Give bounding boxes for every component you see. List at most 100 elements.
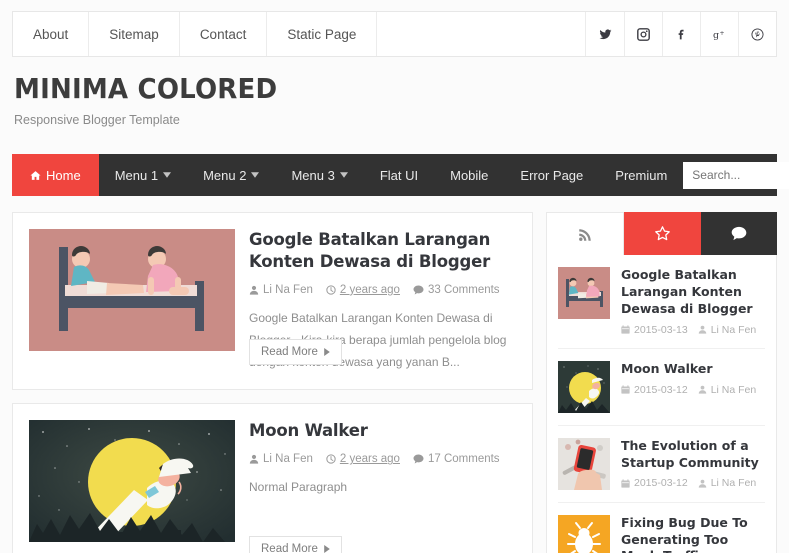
nav-item-flat-ui[interactable]: Flat UI — [364, 154, 434, 196]
nav-item-menu-1[interactable]: Menu 1 — [99, 154, 187, 196]
list-item-title[interactable]: Moon Walker — [621, 361, 756, 378]
calendar-icon — [621, 479, 630, 488]
read-more-button[interactable]: Read More — [249, 536, 342, 553]
instagram-icon — [637, 27, 650, 41]
post-author-label: Li Na Fen — [263, 453, 313, 466]
post-meta: Li Na Fen 2 years ago 33 Comments — [249, 284, 516, 296]
post-body: Moon Walker Li Na Fen 2 years ago 17 Com… — [249, 420, 516, 553]
top-navigation: About Sitemap Contact Static Page — [13, 12, 378, 56]
user-icon — [698, 325, 706, 334]
read-more-label: Read More — [261, 543, 318, 553]
search-box — [683, 161, 789, 189]
list-item-body: Moon Walker 2015-03-12 Li Na Fen — [621, 361, 756, 413]
post-comments-label: 33 Comments — [427, 283, 500, 296]
list-item-meta: 2015-03-13 Li Na Fen — [621, 324, 765, 336]
calendar-icon — [621, 385, 630, 394]
list-item-author: Li Na Fen — [698, 323, 757, 336]
post-title[interactable]: Moon Walker — [249, 420, 516, 442]
list-item[interactable]: Google Batalkan Larangan Konten Dewasa d… — [558, 255, 765, 348]
clock-icon — [326, 285, 336, 295]
nav-item-error-page[interactable]: Error Page — [504, 154, 599, 196]
list-item-meta: 2015-03-12 Li Na Fen — [621, 477, 765, 489]
nav-item-premium[interactable]: Premium — [599, 154, 683, 196]
svg-text:g: g — [713, 30, 719, 41]
tab-recent-comments[interactable] — [700, 212, 777, 255]
post-title[interactable]: Google Batalkan Larangan Konten Dewasa d… — [249, 229, 516, 273]
instagram-link[interactable] — [624, 12, 662, 56]
nav-item-menu-3-label: Menu 3 — [291, 167, 335, 183]
nav-item-menu-3[interactable]: Menu 3 — [275, 154, 363, 196]
post-date[interactable]: 2 years ago — [326, 284, 400, 296]
google-plus-icon: g + — [713, 30, 725, 41]
list-item-date: 2015-03-13 — [621, 324, 688, 336]
clock-icon — [326, 454, 336, 464]
topnav-contact[interactable]: Contact — [180, 12, 268, 56]
site-title: MINIMA COLORED — [14, 72, 278, 105]
pinterest-link[interactable] — [738, 12, 776, 56]
moonwalker-night-sky-illustration — [29, 420, 235, 543]
user-icon — [249, 455, 259, 464]
list-item-title[interactable]: The Evolution of a Startup Community — [621, 438, 765, 472]
list-item[interactable]: Moon Walker 2015-03-12 Li Na Fen — [558, 347, 765, 425]
user-icon — [698, 479, 706, 488]
google-plus-link[interactable]: g + — [700, 12, 738, 56]
comment-icon — [413, 454, 424, 464]
list-item-body: Fixing Bug Due To Generating Too Much Tr… — [621, 515, 765, 553]
read-more-label: Read More — [261, 346, 318, 358]
post-date[interactable]: 2 years ago — [326, 453, 400, 465]
list-item-author-label: Li Na Fen — [710, 323, 757, 336]
nav-item-home-label: Home — [46, 167, 81, 183]
read-more-button[interactable]: Read More — [249, 339, 342, 365]
list-item-title[interactable]: Fixing Bug Due To Generating Too Much Tr… — [621, 515, 765, 553]
tab-recent-posts[interactable] — [546, 212, 625, 255]
list-item-date-label: 2015-03-13 — [634, 323, 688, 336]
post-meta: Li Na Fen 2 years ago 17 Comments — [249, 453, 516, 465]
sidebar-tabs — [546, 212, 777, 255]
nav-item-menu-2-label: Menu 2 — [203, 167, 247, 183]
popular-posts-widget: Google Batalkan Larangan Konten Dewasa d… — [546, 255, 777, 553]
post-thumbnail[interactable] — [29, 229, 235, 351]
chevron-down-icon — [251, 172, 260, 178]
post-comments[interactable]: 17 Comments — [413, 453, 500, 465]
list-item-date-label: 2015-03-12 — [634, 383, 688, 396]
post-author: Li Na Fen — [249, 453, 313, 465]
list-item-thumbnail — [558, 514, 610, 553]
main-navigation: Home Menu 1 Menu 2 Menu 3 Flat UI Mobile… — [12, 154, 789, 196]
sidebar: Google Batalkan Larangan Konten Dewasa d… — [546, 212, 777, 553]
search-input[interactable] — [683, 161, 789, 189]
post-list: Google Batalkan Larangan Konten Dewasa d… — [12, 212, 533, 553]
couple-on-bed-illustration — [558, 267, 610, 319]
topnav-sitemap[interactable]: Sitemap — [89, 12, 180, 56]
list-item[interactable]: Fixing Bug Due To Generating Too Much Tr… — [558, 501, 765, 553]
nav-item-home[interactable]: Home — [12, 154, 99, 196]
list-item-body: Google Batalkan Larangan Konten Dewasa d… — [621, 267, 765, 336]
list-item-date: 2015-03-12 — [621, 477, 688, 489]
post-excerpt: Normal Paragraph — [249, 480, 348, 495]
post-comments[interactable]: 33 Comments — [413, 284, 500, 296]
couple-on-bed-illustration — [29, 229, 235, 351]
list-item[interactable]: The Evolution of a Startup Community 201… — [558, 424, 765, 502]
post-date-label: 2 years ago — [339, 453, 400, 466]
list-item-title[interactable]: Google Batalkan Larangan Konten Dewasa d… — [621, 267, 765, 318]
rss-icon — [578, 228, 591, 241]
list-item-date-label: 2015-03-12 — [634, 477, 688, 490]
list-item-meta: 2015-03-12 Li Na Fen — [621, 384, 756, 396]
topnav-about[interactable]: About — [13, 12, 90, 56]
post-thumbnail[interactable] — [29, 420, 235, 543]
list-item-thumbnail — [558, 360, 610, 413]
hand-holding-phone-photo — [558, 437, 610, 490]
facebook-link[interactable] — [662, 12, 700, 56]
star-icon — [655, 226, 670, 241]
nav-item-menu-1-label: Menu 1 — [114, 167, 159, 183]
post-author: Li Na Fen — [249, 284, 313, 296]
list-item-date: 2015-03-12 — [621, 384, 688, 396]
nav-item-menu-2[interactable]: Menu 2 — [187, 154, 275, 196]
svg-text:+: + — [719, 30, 724, 37]
tab-popular-posts[interactable] — [624, 212, 701, 255]
nav-item-mobile[interactable]: Mobile — [434, 154, 504, 196]
orange-bug-icon — [558, 514, 610, 553]
topnav-static-page[interactable]: Static Page — [267, 12, 378, 56]
pinterest-icon — [751, 27, 764, 41]
twitter-link[interactable] — [586, 12, 624, 56]
list-item-thumbnail — [558, 267, 610, 319]
